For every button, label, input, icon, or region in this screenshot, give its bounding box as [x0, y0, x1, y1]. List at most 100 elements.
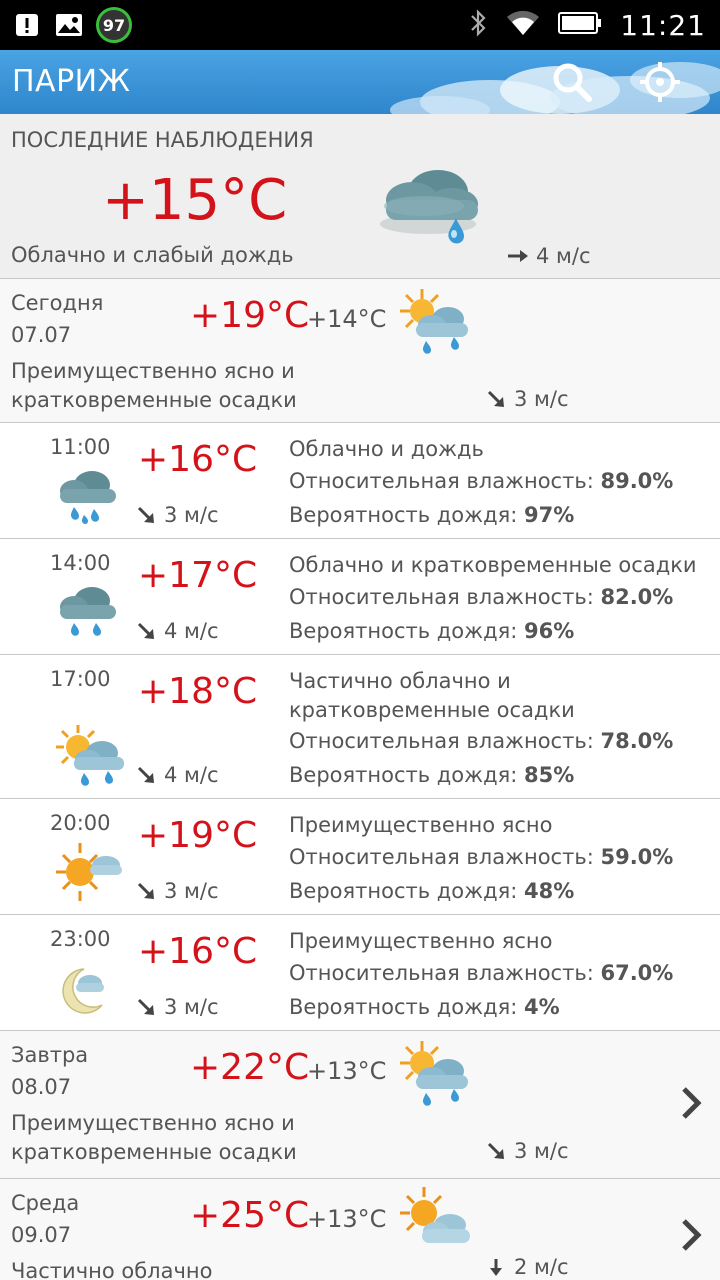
app-header: ПАРИЖ — [0, 50, 720, 114]
hour-condition: Преимущественно ясно — [289, 929, 553, 953]
hour-temperature: +16°C — [138, 931, 258, 972]
wind-south-arrow-icon — [490, 1259, 502, 1276]
hour-row: 11:00 +16°C 3 м/с Облачно и дождь Относи… — [0, 423, 720, 539]
hour-row: 17:00 +18°C 4 м/с Частично облачно и кра… — [0, 655, 720, 799]
day-date: 07.07 — [11, 323, 72, 347]
hour-humidity: Относительная влажность: 89.0% — [289, 469, 673, 493]
wind-southeast-arrow-icon — [137, 622, 154, 639]
day-low-temp: +14°C — [307, 305, 387, 333]
humidity-label: Относительная влажность: — [289, 845, 594, 869]
hour-wind-value: 3 м/с — [164, 879, 219, 903]
hour-condition: Частично облачно и кратковременные осадк… — [289, 669, 575, 722]
cloud-rain-icon — [60, 471, 116, 525]
hour-wind: 4 м/с — [136, 763, 219, 787]
hour-time: 11:00 — [50, 435, 111, 459]
day-description: Преимущественно ясно и кратковременные о… — [11, 1111, 297, 1164]
rain-chance-value: 48% — [523, 879, 575, 903]
day-date: 09.07 — [11, 1223, 72, 1247]
wind-southeast-arrow-icon — [137, 998, 154, 1015]
search-icon — [553, 63, 592, 102]
chevron-right-icon[interactable] — [676, 1083, 706, 1123]
humidity-label: Относительная влажность: — [289, 961, 594, 985]
current-heading: ПОСЛЕДНИЕ НАБЛЮДЕНИЯ — [11, 128, 314, 152]
hour-humidity: Относительная влажность: 82.0% — [289, 585, 673, 609]
hour-wind-value: 3 м/с — [164, 995, 219, 1019]
day-row-tomorrow[interactable]: Завтра 08.07 +22°C +13°C Преимущественно… — [0, 1031, 720, 1179]
rain-chance-value: 97% — [523, 503, 575, 527]
wind-southeast-arrow-icon — [487, 390, 504, 407]
hour-rain-chance: Вероятность дождя: 85% — [289, 763, 574, 787]
humidity-label: Относительная влажность: — [289, 729, 594, 753]
sun-cloud-rain-icon — [400, 1041, 468, 1106]
hour-time: 20:00 — [50, 811, 111, 835]
rain-chance-value: 4% — [523, 995, 560, 1019]
current-observation: ПОСЛЕДНИЕ НАБЛЮДЕНИЯ +15°C Облачно и сла… — [0, 114, 720, 279]
status-time: 11:21 — [620, 8, 706, 42]
day-high-temp: +22°C — [190, 1047, 310, 1088]
hour-row: 23:00 +16°C 3 м/с Преимущественно ясно О… — [0, 915, 720, 1031]
hour-time: 14:00 — [50, 551, 111, 575]
hour-condition: Облачно и кратковременные осадки — [289, 553, 697, 577]
rain-chance-label: Вероятность дождя: — [289, 879, 518, 903]
sun-cloud-rain-icon — [56, 725, 124, 786]
hour-temperature: +16°C — [138, 439, 258, 480]
rain-chance-value: 85% — [523, 763, 575, 787]
day-wind: 3 м/с — [486, 1139, 569, 1163]
hour-condition: Преимущественно ясно — [289, 813, 553, 837]
day-row-wednesday[interactable]: Среда 09.07 +25°C +13°C Частично облачно… — [0, 1179, 720, 1280]
day-name: Сегодня — [11, 291, 104, 315]
current-wind-value: 4 м/с — [536, 244, 591, 268]
battery-icon — [558, 11, 602, 39]
cloud-showers-icon — [60, 587, 116, 636]
day-wind: 3 м/с — [486, 387, 569, 411]
rain-chance-label: Вероятность дождя: — [289, 763, 518, 787]
rain-chance-label: Вероятность дождя: — [289, 503, 518, 527]
hour-temperature: +17°C — [138, 555, 258, 596]
hour-temperature: +19°C — [138, 815, 258, 856]
moon-cloud-icon — [62, 968, 104, 1014]
humidity-value: 59.0% — [600, 845, 674, 869]
humidity-value: 89.0% — [600, 469, 674, 493]
day-high-temp: +19°C — [190, 295, 310, 336]
day-name: Завтра — [11, 1043, 89, 1067]
hour-temperature: +18°C — [138, 671, 258, 712]
hour-condition: Облачно и дождь — [289, 437, 484, 461]
hour-humidity: Относительная влажность: 59.0% — [289, 845, 673, 869]
notification-alert-icon — [12, 10, 42, 40]
humidity-value: 67.0% — [600, 961, 674, 985]
day-date: 08.07 — [11, 1075, 72, 1099]
cloud-rain-icon — [380, 170, 478, 244]
humidity-value: 82.0% — [600, 585, 674, 609]
hour-row: 14:00 +17°C 4 м/с Облачно и кратковремен… — [0, 539, 720, 655]
humidity-label: Относительная влажность: — [289, 585, 594, 609]
bluetooth-icon — [468, 8, 488, 42]
hour-wind-value: 4 м/с — [164, 619, 219, 643]
gallery-icon — [54, 10, 84, 40]
city-title: ПАРИЖ — [12, 64, 131, 99]
current-temperature: +15°C — [102, 168, 288, 233]
day-description: Частично облачно — [11, 1259, 213, 1280]
rain-chance-value: 96% — [523, 619, 575, 643]
hour-humidity: Относительная влажность: 67.0% — [289, 961, 673, 985]
day-wind-value: 3 м/с — [514, 1139, 569, 1163]
wind-east-arrow-icon — [508, 250, 528, 262]
day-wind-value: 2 м/с — [514, 1255, 569, 1279]
day-wind-value: 3 м/с — [514, 387, 569, 411]
day-row-today: Сегодня 07.07 +19°C +14°C Преимущественн… — [0, 279, 720, 423]
humidity-value: 78.0% — [600, 729, 674, 753]
wind-southeast-arrow-icon — [137, 766, 154, 783]
current-wind: 4 м/с — [506, 244, 591, 268]
day-name: Среда — [11, 1191, 80, 1215]
status-bar: 97 11:21 — [0, 0, 720, 50]
search-button[interactable] — [548, 58, 596, 106]
hour-rain-chance: Вероятность дождя: 48% — [289, 879, 574, 903]
chevron-right-icon[interactable] — [676, 1215, 706, 1255]
wind-southeast-arrow-icon — [487, 1142, 504, 1159]
day-high-temp: +25°C — [190, 1195, 310, 1236]
battery-saver-badge: 97 — [96, 7, 132, 43]
hour-rain-chance: Вероятность дождя: 4% — [289, 995, 560, 1019]
hour-row: 20:00 +19°C 3 м/с Преимущественно ясно О… — [0, 799, 720, 915]
hour-wind: 3 м/с — [136, 879, 219, 903]
hour-wind-value: 4 м/с — [164, 763, 219, 787]
locate-button[interactable] — [636, 58, 684, 106]
